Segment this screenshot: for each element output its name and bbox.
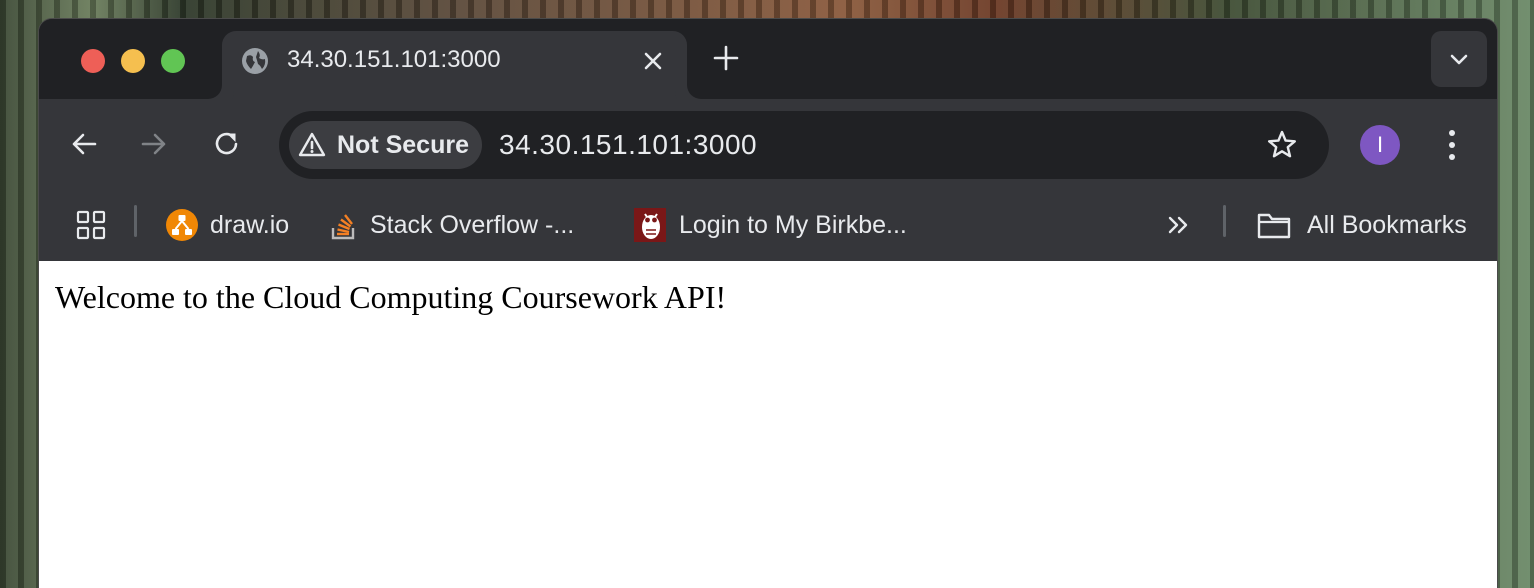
warning-icon bbox=[298, 132, 326, 157]
folder-icon bbox=[1257, 213, 1291, 239]
minimize-window-button[interactable] bbox=[121, 49, 145, 73]
browser-window: 34.30.151.101:3000 Not Secure 34.30.151.… bbox=[38, 18, 1498, 588]
security-indicator[interactable]: Not Secure bbox=[289, 121, 482, 169]
toolbar: Not Secure 34.30.151.101:3000 I bbox=[39, 99, 1497, 189]
drawio-icon bbox=[166, 209, 198, 241]
zoom-window-button[interactable] bbox=[161, 49, 185, 73]
tab-strip: 34.30.151.101:3000 bbox=[39, 19, 1497, 99]
chevron-double-right-icon[interactable] bbox=[1165, 205, 1193, 245]
globe-icon bbox=[241, 47, 269, 75]
close-tab-icon[interactable] bbox=[639, 47, 667, 75]
bookmark-label: Stack Overflow -... bbox=[370, 211, 575, 239]
profile-avatar[interactable]: I bbox=[1360, 125, 1400, 165]
tab-active[interactable]: 34.30.151.101:3000 bbox=[222, 31, 687, 99]
tab-title: 34.30.151.101:3000 bbox=[287, 46, 501, 73]
bookmark-star-icon[interactable] bbox=[1265, 128, 1299, 162]
tab-search-button[interactable] bbox=[1431, 31, 1487, 87]
url-text[interactable]: 34.30.151.101:3000 bbox=[499, 128, 757, 162]
not-secure-label: Not Secure bbox=[337, 131, 469, 159]
reload-icon[interactable] bbox=[212, 129, 242, 159]
all-bookmarks-label: All Bookmarks bbox=[1307, 211, 1467, 239]
bookmark-drawio[interactable]: draw.io bbox=[165, 205, 295, 245]
bookmark-label: Login to My Birkbe... bbox=[679, 211, 907, 239]
welcome-message: Welcome to the Cloud Computing Coursewor… bbox=[55, 279, 727, 315]
bookmarks-separator bbox=[1223, 205, 1226, 237]
birkbeck-owl-icon bbox=[634, 208, 666, 242]
all-bookmarks-button[interactable]: All Bookmarks bbox=[1256, 205, 1471, 245]
page-content: Welcome to the Cloud Computing Coursewor… bbox=[39, 261, 1497, 588]
kebab-menu-icon[interactable] bbox=[1439, 127, 1465, 163]
bookmark-stackoverflow[interactable]: Stack Overflow -... bbox=[329, 205, 589, 245]
back-arrow-icon[interactable] bbox=[69, 129, 99, 159]
bookmarks-separator bbox=[134, 205, 137, 237]
stackoverflow-icon bbox=[331, 214, 355, 240]
chevron-down-icon bbox=[1450, 54, 1468, 65]
bookmark-label: draw.io bbox=[210, 211, 290, 239]
address-bar[interactable]: Not Secure 34.30.151.101:3000 bbox=[279, 111, 1329, 179]
forward-arrow-icon[interactable] bbox=[139, 129, 169, 159]
close-window-button[interactable] bbox=[81, 49, 105, 73]
bookmarks-bar: draw.io Stack Overflow -... Login to My … bbox=[39, 189, 1497, 262]
apps-grid-icon[interactable] bbox=[75, 205, 107, 245]
new-tab-icon[interactable] bbox=[711, 43, 741, 73]
bookmark-birkbeck[interactable]: Login to My Birkbe... bbox=[634, 205, 924, 245]
